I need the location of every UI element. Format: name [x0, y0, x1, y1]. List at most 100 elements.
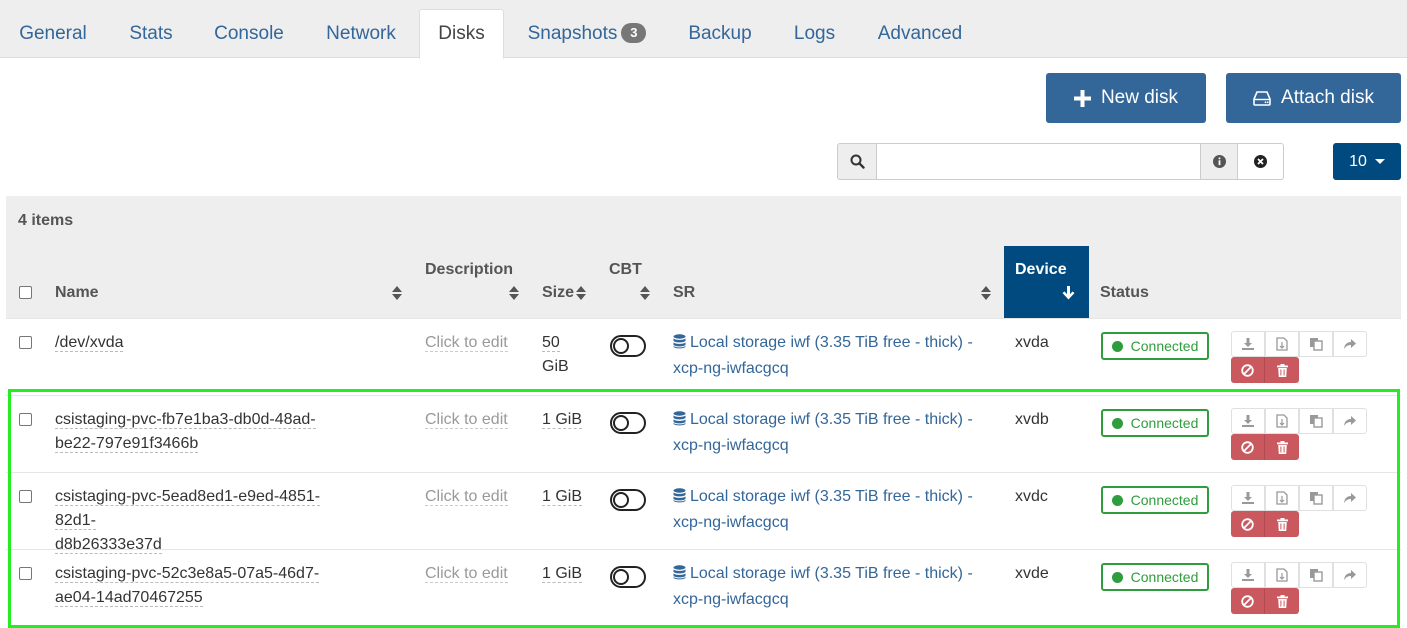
info-icon[interactable]: [1200, 143, 1238, 180]
sr-link[interactable]: Local storage iwf (3.35 TiB free - thick…: [673, 488, 973, 531]
select-all-checkbox[interactable]: [19, 286, 32, 299]
import-file-button[interactable]: [1265, 562, 1299, 588]
status-badge: Connected: [1101, 563, 1209, 591]
column-header-device-label: Device: [1015, 261, 1067, 278]
sr-link[interactable]: Local storage iwf (3.35 TiB free - thick…: [673, 334, 973, 377]
tab-label: Stats: [129, 23, 173, 44]
import-file-button[interactable]: [1265, 485, 1299, 511]
disconnect-button[interactable]: [1231, 588, 1265, 614]
disk-size[interactable]: 1 GiB: [542, 565, 583, 583]
import-file-button[interactable]: [1265, 331, 1299, 357]
cbt-toggle[interactable]: [610, 566, 646, 588]
disk-size[interactable]: 1 GiB: [542, 411, 583, 429]
share-button[interactable]: [1333, 408, 1367, 434]
attach-disk-button[interactable]: Attach disk: [1226, 73, 1401, 123]
copy-button[interactable]: [1299, 331, 1333, 357]
column-header-device[interactable]: Device: [1004, 246, 1089, 318]
delete-button[interactable]: [1265, 357, 1299, 383]
filter-input[interactable]: [877, 143, 1200, 180]
share-button[interactable]: [1333, 562, 1367, 588]
import-file-button[interactable]: [1265, 408, 1299, 434]
tab-logs[interactable]: Logs: [781, 0, 848, 58]
table-row: csistaging-pvc-fb7e1ba3-db0d-48ad-be22-7…: [6, 395, 1401, 472]
sort-icon[interactable]: [392, 286, 402, 300]
column-header-name[interactable]: Name: [55, 284, 99, 302]
download-button[interactable]: [1231, 485, 1265, 511]
row-checkbox[interactable]: [19, 413, 32, 426]
disk-name[interactable]: /dev/xvda: [55, 334, 124, 352]
row-checkbox[interactable]: [19, 567, 32, 580]
copy-icon: [1309, 337, 1323, 351]
share-icon: [1343, 338, 1357, 350]
tab-general[interactable]: General: [6, 0, 100, 58]
tab-console[interactable]: Console: [200, 0, 298, 58]
tab-advanced[interactable]: Advanced: [864, 0, 976, 58]
disk-name-continued[interactable]: ae04-14ad70467255: [55, 589, 203, 607]
import-file-icon: [1276, 491, 1288, 505]
disk-description[interactable]: Click to edit: [425, 565, 508, 583]
column-header-cbt[interactable]: CBT: [609, 261, 642, 279]
download-button[interactable]: [1231, 562, 1265, 588]
new-disk-button[interactable]: New disk: [1046, 73, 1206, 123]
column-header-status: Status: [1100, 284, 1149, 301]
row-checkbox[interactable]: [19, 490, 32, 503]
cbt-toggle[interactable]: [610, 489, 646, 511]
download-button[interactable]: [1231, 331, 1265, 357]
delete-button[interactable]: [1265, 434, 1299, 460]
disk-name-continued[interactable]: be22-797e91f3466b: [55, 435, 199, 453]
sr-host: xcp-ng-iwfacgcq: [673, 514, 789, 531]
toggle-knob: [613, 338, 629, 354]
share-button[interactable]: [1333, 485, 1367, 511]
sort-icon[interactable]: [640, 286, 650, 300]
sort-icon[interactable]: [576, 286, 586, 300]
copy-button[interactable]: [1299, 562, 1333, 588]
sort-icon[interactable]: [981, 286, 991, 300]
import-file-icon: [1276, 414, 1288, 428]
download-icon: [1241, 491, 1255, 505]
table-row: /dev/xvda Click to edit 50 GiB Local storage…: [6, 318, 1401, 395]
delete-button[interactable]: [1265, 511, 1299, 537]
disk-description[interactable]: Click to edit: [425, 334, 508, 352]
sr-host: xcp-ng-iwfacgcq: [673, 360, 789, 377]
disk-name[interactable]: csistaging-pvc-5ead8ed1-e9ed-4851-82d1-: [55, 488, 321, 530]
tab-backup[interactable]: Backup: [675, 0, 765, 58]
cbt-toggle[interactable]: [610, 335, 646, 357]
tab-network[interactable]: Network: [312, 0, 410, 58]
sr-link[interactable]: Local storage iwf (3.35 TiB free - thick…: [673, 565, 973, 608]
disk-description[interactable]: Click to edit: [425, 411, 508, 429]
download-button[interactable]: [1231, 408, 1265, 434]
row-checkbox[interactable]: [19, 336, 32, 349]
device-name: xvde: [1015, 565, 1049, 582]
column-header-size[interactable]: Size: [542, 284, 574, 302]
share-icon: [1343, 569, 1357, 581]
sort-icon[interactable]: [509, 286, 519, 300]
tab-label: Logs: [793, 23, 836, 44]
disk-name[interactable]: csistaging-pvc-fb7e1ba3-db0d-48ad-: [55, 411, 316, 429]
column-header-sr[interactable]: SR: [673, 284, 695, 302]
tab-snapshots[interactable]: Snapshots 3: [513, 0, 661, 58]
disk-size-unit: GiB: [542, 358, 569, 375]
delete-button[interactable]: [1265, 588, 1299, 614]
status-dot-icon: [1111, 494, 1123, 506]
hard-drive-icon: [1253, 90, 1271, 106]
copy-button[interactable]: [1299, 408, 1333, 434]
disconnect-button[interactable]: [1231, 434, 1265, 460]
status-badge: Connected: [1101, 486, 1209, 514]
tab-stats[interactable]: Stats: [115, 0, 187, 58]
disk-size[interactable]: 1 GiB: [542, 488, 583, 506]
column-header-description[interactable]: Description: [425, 261, 513, 279]
disconnect-icon: [1241, 517, 1254, 531]
disconnect-button[interactable]: [1231, 357, 1265, 383]
disk-name[interactable]: csistaging-pvc-52c3e8a5-07a5-46d7-: [55, 565, 320, 583]
share-button[interactable]: [1333, 331, 1367, 357]
disk-size[interactable]: 50: [542, 334, 560, 352]
toggle-knob: [613, 415, 629, 431]
copy-button[interactable]: [1299, 485, 1333, 511]
disconnect-button[interactable]: [1231, 511, 1265, 537]
sr-link[interactable]: Local storage iwf (3.35 TiB free - thick…: [673, 411, 973, 454]
disk-description[interactable]: Click to edit: [425, 488, 508, 506]
clear-filter-button[interactable]: [1238, 143, 1284, 180]
tab-disks[interactable]: Disks: [419, 9, 504, 59]
cbt-toggle[interactable]: [610, 412, 646, 434]
page-size-dropdown[interactable]: 10: [1333, 143, 1401, 180]
